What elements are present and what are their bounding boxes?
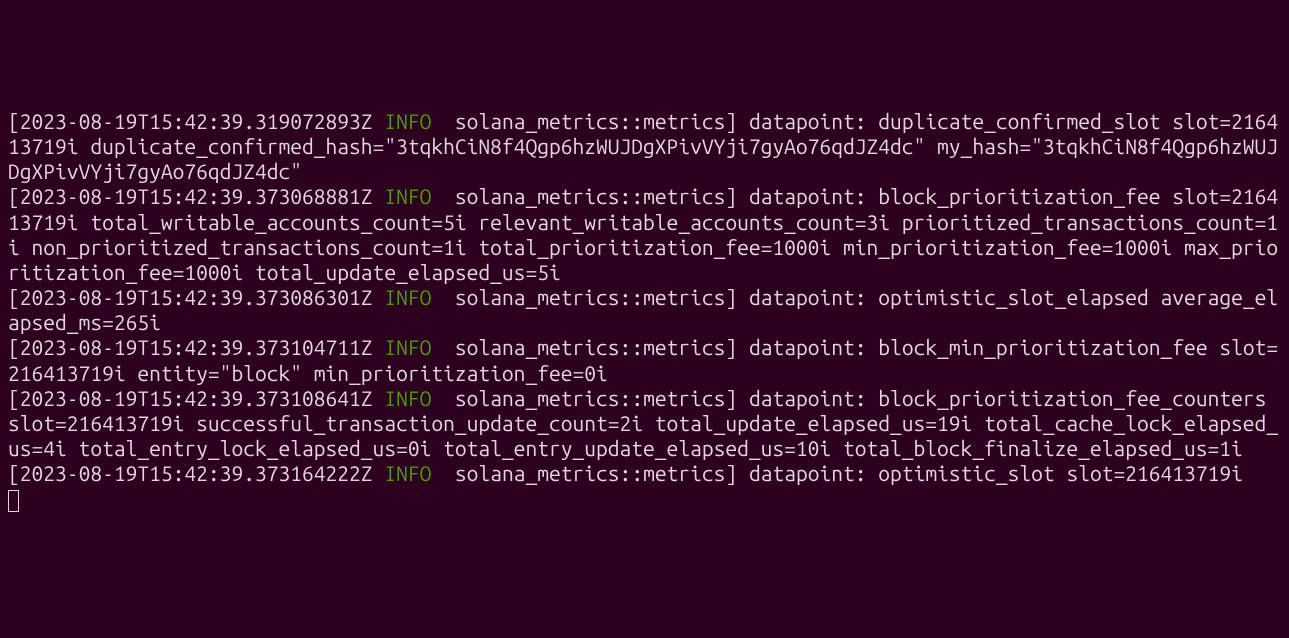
log-entry: [2023-08-19T15:42:39.319072893Z INFO sol… (8, 109, 1278, 183)
log-level: INFO (384, 109, 431, 133)
bracket-open: [ (8, 109, 20, 133)
log-entry: [2023-08-19T15:42:39.373108641Z INFO sol… (8, 386, 1278, 460)
log-level: INFO (384, 335, 431, 359)
log-level: INFO (384, 386, 431, 410)
bracket-close: ] (725, 461, 737, 485)
log-source: solana_metrics::metrics (455, 386, 725, 410)
log-level: INFO (384, 285, 431, 309)
log-entry: [2023-08-19T15:42:39.373086301Z INFO sol… (8, 285, 1278, 334)
bracket-close: ] (725, 184, 737, 208)
log-timestamp: 2023-08-19T15:42:39.373086301Z (20, 285, 373, 309)
log-source: solana_metrics::metrics (455, 109, 725, 133)
bracket-close: ] (725, 109, 737, 133)
bracket-open: [ (8, 386, 20, 410)
log-timestamp: 2023-08-19T15:42:39.373108641Z (20, 386, 373, 410)
log-source: solana_metrics::metrics (455, 285, 725, 309)
log-entry: [2023-08-19T15:42:39.373104711Z INFO sol… (8, 335, 1278, 384)
bracket-close: ] (725, 335, 737, 359)
log-entry: [2023-08-19T15:42:39.373068881Z INFO sol… (8, 184, 1278, 284)
bracket-open: [ (8, 184, 20, 208)
log-level: INFO (384, 184, 431, 208)
bracket-open: [ (8, 285, 20, 309)
log-timestamp: 2023-08-19T15:42:39.319072893Z (20, 109, 373, 133)
log-entry: [2023-08-19T15:42:39.373164222Z INFO sol… (8, 461, 1243, 485)
bracket-open: [ (8, 461, 20, 485)
log-timestamp: 2023-08-19T15:42:39.373068881Z (20, 184, 373, 208)
log-source: solana_metrics::metrics (455, 461, 725, 485)
log-message: datapoint: optimistic_slot slot=21641371… (749, 461, 1243, 485)
log-level: INFO (384, 461, 431, 485)
terminal-cursor (8, 490, 19, 512)
bracket-open: [ (8, 335, 20, 359)
bracket-close: ] (725, 386, 737, 410)
log-timestamp: 2023-08-19T15:42:39.373164222Z (20, 461, 373, 485)
bracket-close: ] (725, 285, 737, 309)
log-source: solana_metrics::metrics (455, 335, 725, 359)
terminal-output[interactable]: [2023-08-19T15:42:39.319072893Z INFO sol… (8, 109, 1281, 512)
log-timestamp: 2023-08-19T15:42:39.373104711Z (20, 335, 373, 359)
log-source: solana_metrics::metrics (455, 184, 725, 208)
